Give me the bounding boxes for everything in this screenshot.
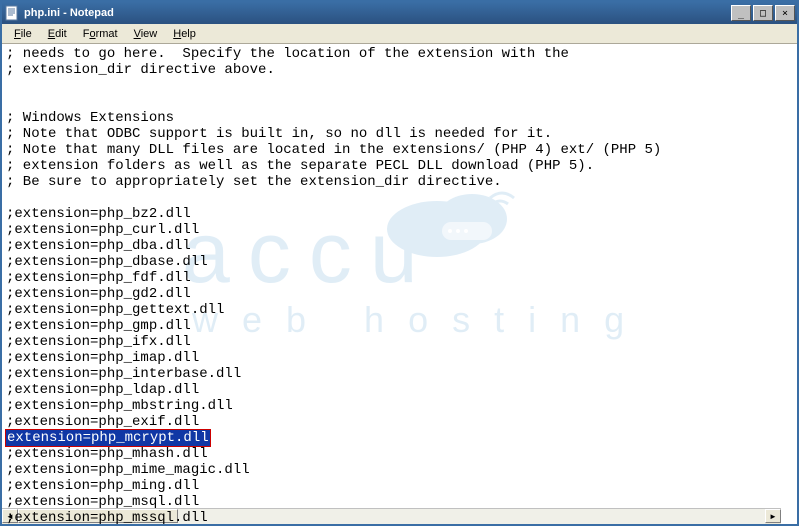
minimize-button[interactable]: _	[731, 5, 751, 21]
editor-line[interactable]	[6, 94, 793, 110]
editor-line[interactable]: ;extension=php_dbase.dll	[6, 254, 793, 270]
editor-line[interactable]: ;extension=php_ldap.dll	[6, 382, 793, 398]
editor-line[interactable]: ;extension=php_mime_magic.dll	[6, 462, 793, 478]
editor-line[interactable]: ;extension=php_imap.dll	[6, 350, 793, 366]
editor-line[interactable]: ;extension=php_ifx.dll	[6, 334, 793, 350]
selected-text[interactable]: extension=php_mcrypt.dll	[6, 430, 210, 446]
maximize-button[interactable]: □	[753, 5, 773, 21]
editor-line[interactable]: ;extension=php_bz2.dll	[6, 206, 793, 222]
editor-line[interactable]: ;extension=php_ming.dll	[6, 478, 793, 494]
editor-line[interactable]: ;extension=php_msql.dll	[6, 494, 793, 510]
editor-line[interactable]: ;extension=php_mhash.dll	[6, 446, 793, 462]
editor-line-highlighted[interactable]: extension=php_mcrypt.dll	[6, 430, 793, 446]
editor-line[interactable]	[6, 190, 793, 206]
editor-line[interactable]: ;extension=php_dba.dll	[6, 238, 793, 254]
titlebar[interactable]: php.ini - Notepad _ □ ×	[2, 2, 797, 24]
menubar: File Edit Format View Help	[2, 24, 797, 44]
menu-view[interactable]: View	[126, 26, 166, 42]
editor-line[interactable]: ;extension=php_exif.dll	[6, 414, 793, 430]
menu-format[interactable]: Format	[75, 26, 126, 42]
editor-line[interactable]: ; extension_dir directive above.	[6, 62, 793, 78]
editor-line[interactable]: ;extension=php_mbstring.dll	[6, 398, 793, 414]
menu-file[interactable]: File	[6, 26, 40, 42]
editor-line[interactable]: ; Note that ODBC support is built in, so…	[6, 126, 793, 142]
editor-line[interactable]: ; extension folders as well as the separ…	[6, 158, 793, 174]
close-button[interactable]: ×	[775, 5, 795, 21]
editor-line[interactable]: ;extension=php_curl.dll	[6, 222, 793, 238]
window-controls: _ □ ×	[731, 5, 795, 21]
editor-line[interactable]: ; Windows Extensions	[6, 110, 793, 126]
editor-line[interactable]: ; needs to go here. Specify the location…	[6, 46, 793, 62]
editor-line[interactable]: ;extension=php_gd2.dll	[6, 286, 793, 302]
editor-area[interactable]: accu web hosting ; needs to go here. Spe…	[2, 44, 797, 524]
editor-line[interactable]	[6, 78, 793, 94]
editor-line[interactable]: ;extension=php_fdf.dll	[6, 270, 793, 286]
text-editor[interactable]: ; needs to go here. Specify the location…	[2, 44, 797, 524]
notepad-window: php.ini - Notepad _ □ × File Edit Format…	[0, 0, 799, 526]
notepad-icon	[4, 5, 20, 21]
menu-help[interactable]: Help	[165, 26, 204, 42]
editor-line[interactable]: ;extension=php_gmp.dll	[6, 318, 793, 334]
editor-line[interactable]: ;extension=php_interbase.dll	[6, 366, 793, 382]
editor-line[interactable]: ; Be sure to appropriately set the exten…	[6, 174, 793, 190]
editor-line[interactable]: ; Note that many DLL files are located i…	[6, 142, 793, 158]
menu-edit[interactable]: Edit	[40, 26, 75, 42]
editor-line[interactable]: ;extension=php_gettext.dll	[6, 302, 793, 318]
editor-line[interactable]: ;extension=php_mssql.dll	[6, 510, 793, 524]
window-title: php.ini - Notepad	[24, 7, 731, 19]
